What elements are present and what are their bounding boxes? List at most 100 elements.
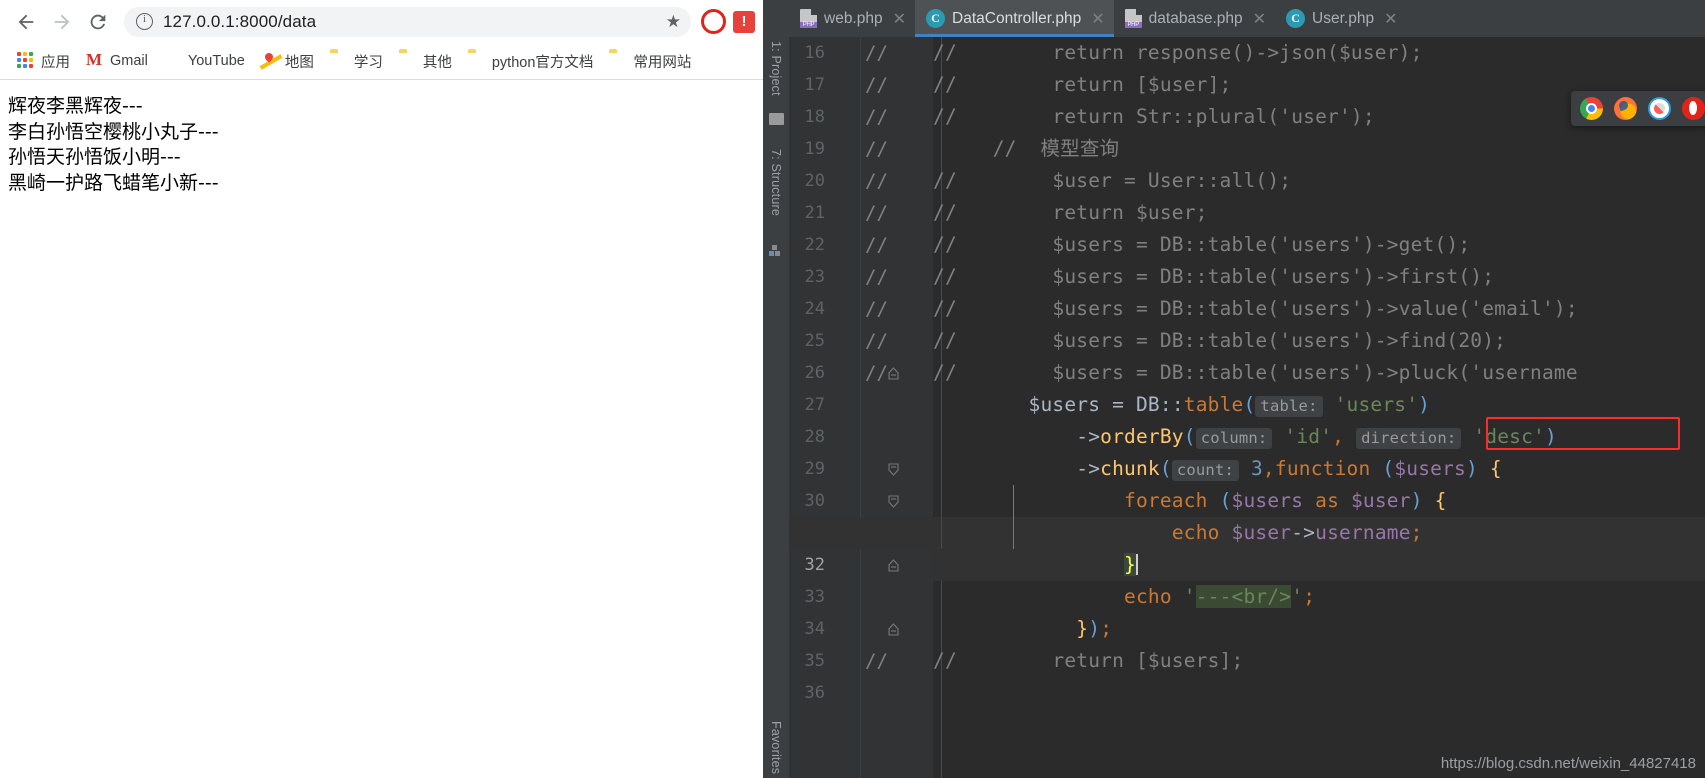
comment-marker: // [865,170,888,192]
comment-marker: // [865,138,888,160]
tab-label: DataController.php [952,9,1082,27]
chrome-icon[interactable] [1580,97,1603,120]
close-icon[interactable]: ✕ [1253,9,1266,29]
line-number: 32 [804,555,825,575]
folder-icon[interactable] [769,113,784,125]
line-number: 18 [804,107,825,127]
output-line: 辉夜李黑辉夜--- [8,95,143,117]
tool-window-project[interactable]: 1: Project [769,41,783,96]
bookmark-maps[interactable]: 地图 [254,47,321,76]
opera-icon[interactable] [1682,97,1705,120]
line-number: 20 [804,171,825,191]
line-number: 28 [804,427,825,447]
reload-button[interactable] [80,4,116,40]
line-number: 30 [804,491,825,511]
line-number: 29 [804,459,825,479]
forward-button[interactable] [44,4,80,40]
fold-handle-icon[interactable] [887,495,900,508]
close-icon[interactable]: ✕ [893,9,906,29]
bookmark-folder-python-docs[interactable]: python官方文档 [461,47,601,76]
code-line-28[interactable]: ->orderBy(column: 'id', direction: 'desc… [933,421,1705,453]
tab-database-php[interactable]: database.php ✕ [1114,0,1275,37]
line-number: 16 [804,43,825,63]
code-editor[interactable]: // return response()->json($user); // re… [789,37,1705,778]
comment-marker: // [865,202,888,224]
php-file-icon [1124,9,1142,28]
code-line-25[interactable]: // $users = DB::table('users')->find(20)… [933,325,1705,357]
code-line-29[interactable]: ->chunk(count: 3,function ($users) { [933,453,1705,485]
bookmark-gmail[interactable]: M Gmail [79,48,155,74]
code-line-26[interactable]: // $users = DB::table('users')->pluck('u… [933,357,1705,389]
browser-toolbar: 127.0.0.1:8000/data ★ ! [0,0,763,43]
bookmark-folder-other[interactable]: 其他 [392,47,459,76]
tab-user-php[interactable]: C User.php ✕ [1275,0,1406,37]
tab-datacontroller-php[interactable]: C DataController.php ✕ [915,0,1114,37]
code-line-27[interactable]: $users = DB::table(table: 'users') [933,389,1705,421]
editor-tab-bar: web.php ✕ C DataController.php ✕ databas… [763,0,1705,37]
back-button[interactable] [8,4,44,40]
folder-icon [330,52,348,70]
bookmark-label: 学习 [353,54,383,71]
tool-window-favorites[interactable]: Favorites [769,721,783,774]
page-content: 辉夜李黑辉夜--- 李白孙悟空樱桃小丸子--- 孙悟天孙悟饭小明--- 黑崎一护… [0,80,763,777]
safari-icon[interactable] [1648,97,1671,120]
param-hint-column: column: [1195,428,1273,449]
code-line-32[interactable]: } [933,549,1705,581]
browser-launch-popup[interactable] [1571,91,1705,126]
fold-handle-icon[interactable] [887,367,900,380]
bookmark-label: python官方文档 [491,54,594,71]
fold-handle-icon[interactable] [887,463,900,476]
firefox-icon[interactable] [1614,97,1637,120]
bookmark-label: 其他 [422,54,452,71]
code-line-21[interactable]: // return $user; [933,197,1705,229]
address-bar[interactable]: 127.0.0.1:8000/data ★ [124,6,691,37]
page-info-icon[interactable] [136,13,153,30]
address-bar-url: 127.0.0.1:8000/data [163,11,317,31]
maps-icon [261,52,279,70]
tool-window-structure[interactable]: 7: Structure [769,149,783,216]
code-line-20[interactable]: // $user = User::all(); [933,165,1705,197]
bookmark-label: 常用网站 [633,54,692,71]
code-line-16[interactable]: // return response()->json($user); [933,37,1705,69]
code-line-33[interactable]: echo '---<br/>'; [933,581,1705,613]
code-line-24[interactable]: // $users = DB::table('users')->value('e… [933,293,1705,325]
code-line-19[interactable]: // 模型查询 [933,133,1705,165]
line-number: 19 [804,139,825,159]
bookmark-folder-common-sites[interactable]: 常用网站 [602,47,698,76]
php-file-icon [800,9,817,28]
line-number: 24 [804,299,825,319]
code-line-30[interactable]: foreach ($users as $user) { [933,485,1705,517]
tab-label: database.php [1148,9,1243,27]
param-hint-table: table: [1255,396,1323,417]
close-icon[interactable]: ✕ [1384,9,1397,29]
folder-icon [468,52,486,70]
folder-icon [399,52,417,70]
module-icon[interactable] [769,242,782,256]
code-line-31[interactable]: echo $user->username; [933,517,1705,549]
code-line-36[interactable] [933,677,1705,709]
bookmark-folder-study[interactable]: 学习 [323,47,390,76]
folder-icon [609,52,627,70]
line-number: 26 [804,363,825,383]
editor-gutter[interactable]: 16 // 17 // 18 // 19 // 20 // 21 // 22 // 23 // 24 // 25 //… [789,37,933,778]
line-number: 25 [804,331,825,351]
fold-handle-icon[interactable] [887,623,900,636]
bookmark-label: Gmail [110,53,148,69]
code-line-23[interactable]: // $users = DB::table('users')->first(); [933,261,1705,293]
bookmark-star-icon[interactable]: ★ [666,12,681,32]
line-number: 34 [804,619,825,639]
code-line-34[interactable]: }); [933,613,1705,645]
alert-extension-icon[interactable]: ! [733,10,755,33]
php-class-icon: C [1286,9,1306,28]
comment-marker: // [865,330,888,352]
bookmark-youtube[interactable]: YouTube [157,48,252,74]
close-icon[interactable]: ✕ [1091,9,1104,29]
tab-web-php[interactable]: web.php ✕ [789,0,915,37]
fold-handle-icon[interactable] [887,559,900,572]
opera-extension-icon[interactable] [701,9,726,34]
code-line-35[interactable]: // return [$users]; [933,645,1705,677]
code-line-22[interactable]: // $users = DB::table('users')->get(); [933,229,1705,261]
line-number: 36 [804,683,825,703]
bookmark-apps[interactable]: 应用 [10,47,77,76]
line-number: 21 [804,203,825,223]
